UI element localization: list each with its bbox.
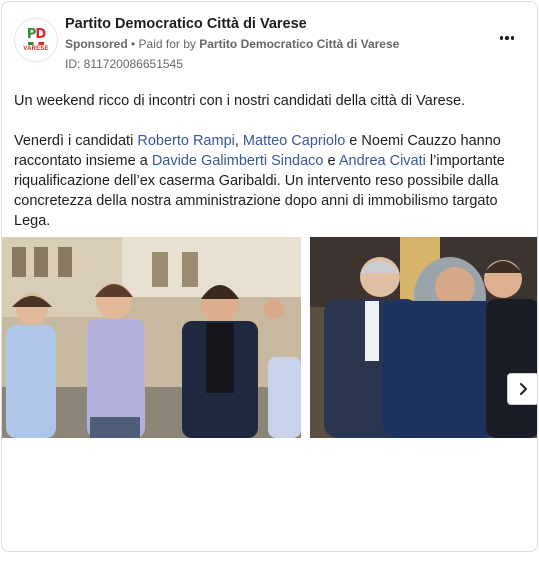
text-segment: , [234, 133, 243, 149]
text-segment: Venerdì i candidati [14, 133, 138, 149]
sponsored-line: Sponsored • Paid for by Partito Democrat… [65, 37, 399, 51]
carousel-photo-1[interactable] [2, 237, 301, 438]
more-options-icon [499, 36, 504, 40]
carousel-next-button[interactable] [507, 373, 537, 405]
chevron-right-icon [520, 383, 527, 395]
text-segment: e [323, 153, 339, 169]
avatar-label: VARESE [23, 46, 49, 52]
more-options-button[interactable] [495, 30, 519, 46]
link-davide-galimberti[interactable]: Davide Galimberti Sindaco [152, 153, 324, 169]
photo-carousel [2, 237, 537, 438]
library-id: ID: 811720086651545 [65, 57, 183, 71]
page-name[interactable]: Partito Democratico Città di Varese [65, 16, 307, 32]
photo-1-image [2, 237, 301, 438]
flag-leaf-icon [28, 42, 44, 45]
pd-logo-icon: PD [26, 27, 46, 42]
carousel-photo-2[interactable] [310, 237, 537, 438]
photo-2-image [310, 237, 537, 438]
link-matteo-capriolo[interactable]: Matteo Capriolo [243, 133, 345, 149]
post-line-1: Un weekend ricco di incontri con i nostr… [14, 93, 466, 109]
link-andrea-civati[interactable]: Andrea Civati [339, 153, 426, 169]
paid-for-label: Paid for by [138, 37, 200, 51]
link-roberto-rampi[interactable]: Roberto Rampi [137, 133, 235, 149]
page-avatar[interactable]: PD VARESE [14, 18, 58, 62]
sponsored-label: Sponsored [65, 37, 128, 51]
more-options-dot [510, 36, 515, 40]
post-paragraph-2: Venerdì i candidati Roberto Rampi, Matte… [14, 131, 529, 251]
more-options-dot [505, 36, 509, 40]
ad-card: PD VARESE Partito Democratico Città di V… [1, 1, 538, 552]
ad-header: PD VARESE Partito Democratico Città di V… [14, 14, 525, 74]
paid-for-by-name: Partito Democratico Città di Varese [199, 37, 400, 51]
meta-separator: • [127, 37, 139, 51]
